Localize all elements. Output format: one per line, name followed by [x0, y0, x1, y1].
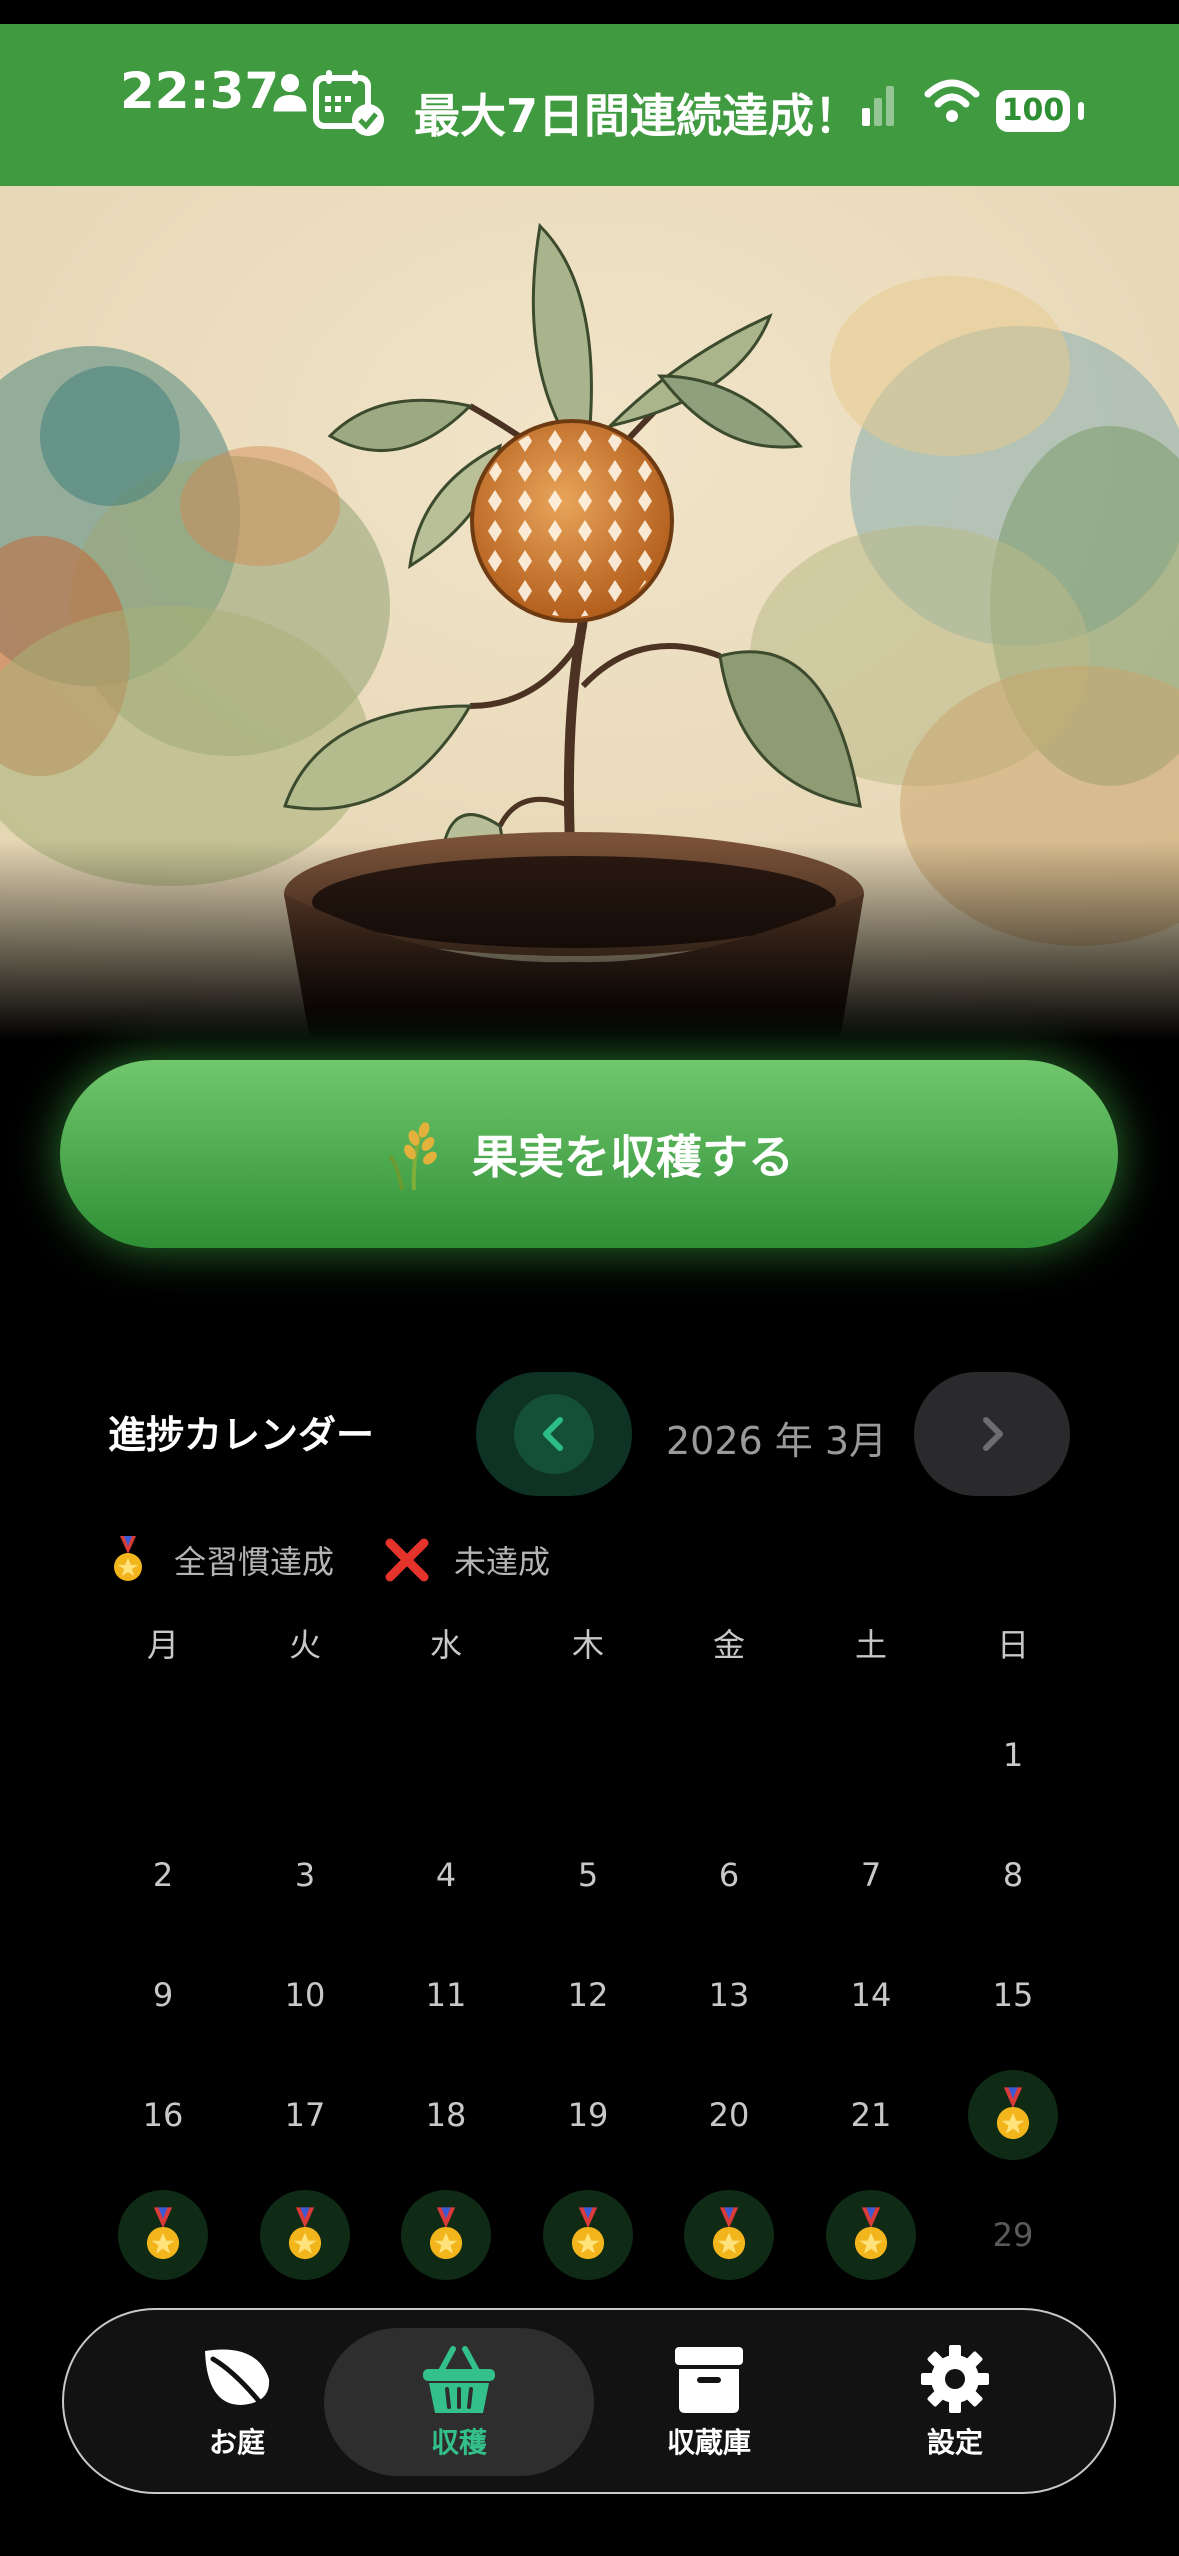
weekday-label: 月 [146, 1626, 179, 1664]
weekday-label: 水 [429, 1626, 462, 1664]
calendar-day[interactable]: 19 [543, 2070, 633, 2160]
calendar-day[interactable]: 18 [401, 2070, 491, 2160]
plant-illustration [0, 186, 1179, 1040]
calendar-day-achieved[interactable] [684, 2190, 774, 2280]
leaf-icon [205, 2349, 270, 2414]
tab-harvest-label: 収穫 [430, 2426, 487, 2459]
calendar-legend: 全習慣達成 未達成 [108, 1530, 550, 1590]
calendar-day[interactable]: 12 [543, 1950, 633, 2040]
calendar-day-achieved[interactable] [401, 2190, 491, 2280]
person-icon [273, 74, 307, 112]
calendar-day[interactable]: 9 [118, 1950, 208, 2040]
cross-mark-icon [385, 1538, 429, 1582]
calendar-day-achieved[interactable] [543, 2190, 633, 2280]
calendar-day-achieved[interactable] [968, 2070, 1058, 2160]
calendar-day-achieved[interactable] [826, 2190, 916, 2280]
calendar-day[interactable]: 4 [401, 1830, 491, 1920]
weekday-label: 火 [288, 1626, 321, 1664]
battery-cap [1078, 102, 1084, 120]
calendar-day-achieved[interactable] [118, 2190, 208, 2280]
calendar-day[interactable]: 10 [260, 1950, 350, 2040]
tab-garden-label: お庭 [208, 2426, 265, 2459]
calendar-check-icon [313, 70, 384, 136]
archive-box-icon [675, 2347, 743, 2413]
weekday-label: 木 [571, 1626, 604, 1664]
tab-archive[interactable]: 収蔵庫 [574, 2328, 844, 2476]
previous-month-highlight [514, 1394, 594, 1474]
clock: 22:37 [120, 62, 280, 120]
medal-icon [146, 2207, 180, 2260]
medal-icon [114, 1536, 142, 1581]
calendar-day[interactable]: 21 [826, 2070, 916, 2160]
battery-level: 100 [996, 90, 1070, 132]
calendar-day-achieved[interactable] [260, 2190, 350, 2280]
medal-icon [712, 2207, 746, 2260]
calendar-day[interactable]: 11 [401, 1950, 491, 2040]
rice-icon [388, 1121, 437, 1191]
tab-harvest[interactable]: 収穫 [324, 2328, 594, 2476]
status-bar: 22:37 最大7日間連続達成！ 100 [0, 0, 1179, 186]
calendar-day[interactable]: 2 [118, 1830, 208, 1920]
harvest-button-label: 果実を収穫する [472, 1130, 794, 1184]
harvest-button[interactable]: 果実を収穫する [60, 1060, 1118, 1248]
tab-archive-label: 収蔵庫 [666, 2426, 751, 2459]
calendar-title: 進捗カレンダー [108, 1413, 375, 1457]
weekday-label: 土 [854, 1626, 887, 1664]
calendar-day[interactable]: 20 [684, 2070, 774, 2160]
current-month: 2026 年 3月 [666, 1419, 888, 1463]
battery-indicator: 100 [996, 90, 1084, 132]
legend-achieved-label: 全習慣達成 [174, 1543, 335, 1581]
streak-banner: 最大7日間連続達成！ [414, 89, 861, 143]
calendar-day[interactable]: 8 [968, 1830, 1058, 1920]
calendar-day[interactable]: 13 [684, 1950, 774, 2040]
calendar-day[interactable]: 3 [260, 1830, 350, 1920]
medal-icon [571, 2207, 605, 2260]
calendar-day[interactable]: 7 [826, 1830, 916, 1920]
calendar-day[interactable]: 1 [968, 1710, 1058, 1800]
next-month-button[interactable] [914, 1372, 1070, 1496]
tab-settings-label: 設定 [926, 2426, 983, 2459]
calendar-day[interactable]: 6 [684, 1830, 774, 1920]
basket-icon [423, 2346, 495, 2413]
chevron-left-icon [543, 1417, 563, 1451]
weekday-label: 金 [712, 1626, 745, 1664]
calendar-day[interactable]: 29 [968, 2190, 1058, 2280]
previous-month-button[interactable] [476, 1372, 632, 1496]
wifi-icon [924, 79, 980, 122]
gear-icon [921, 2345, 989, 2413]
chevron-right-icon [983, 1417, 1003, 1451]
legend-missed-label: 未達成 [454, 1543, 551, 1581]
bottom-tab-bar: お庭 収穫 収蔵庫 設定 [62, 2308, 1116, 2494]
medal-icon [996, 2087, 1030, 2140]
medal-icon [429, 2207, 463, 2260]
calendar-day[interactable]: 5 [543, 1830, 633, 1920]
medal-icon [288, 2207, 322, 2260]
calendar-day[interactable]: 17 [260, 2070, 350, 2160]
calendar-day[interactable]: 14 [826, 1950, 916, 2040]
medal-icon [854, 2207, 888, 2260]
tab-settings[interactable]: 設定 [820, 2328, 1090, 2476]
weekday-label: 日 [996, 1626, 1029, 1664]
signal-icon [862, 86, 894, 126]
calendar-day[interactable]: 15 [968, 1950, 1058, 2040]
hero-fade [0, 840, 1179, 1040]
calendar-day[interactable]: 16 [118, 2070, 208, 2160]
